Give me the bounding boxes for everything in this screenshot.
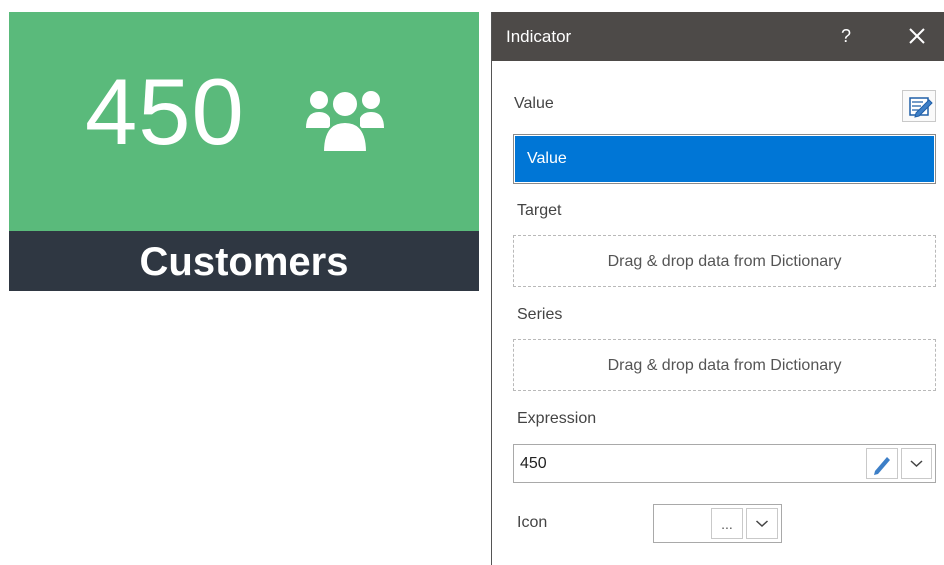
indicator-value: 450 [85,59,245,164]
value-field[interactable]: Value [513,134,936,184]
help-button[interactable]: ? [832,22,860,50]
indicator-title: Customers [139,240,349,284]
target-label: Target [517,202,562,219]
icon-label: Icon [517,514,548,531]
indicator-panel: Indicator ? Value Value Target Drag & dr… [491,12,944,565]
target-drop-zone[interactable]: Drag & drop data from Dictionary [513,235,936,287]
expression-label: Expression [517,410,597,427]
edit-data-icon [909,97,933,118]
value-edit-button[interactable] [902,90,936,122]
expression-field[interactable]: 450 [513,444,936,483]
pencil-icon [874,457,890,475]
icon-browse-button[interactable]: ... [711,508,743,539]
series-label: Series [517,306,563,323]
users-group-icon [305,82,385,154]
close-button[interactable] [902,21,932,51]
expression-dropdown-button[interactable] [901,448,932,479]
expression-value[interactable]: 450 [520,445,547,483]
value-item[interactable]: Value [515,136,934,182]
indicator-tile: 450 Customers [9,12,479,291]
indicator-tile-body: 450 [9,12,479,231]
chevron-down-icon [755,520,769,528]
close-icon [909,28,925,44]
icon-picker[interactable]: ... [653,504,782,543]
panel-header: Indicator ? [492,12,944,61]
expression-edit-button[interactable] [866,448,898,479]
value-label: Value [514,95,554,112]
series-drop-zone[interactable]: Drag & drop data from Dictionary [513,339,936,391]
chevron-down-icon [910,460,923,468]
indicator-title-bar: Customers [9,231,479,291]
icon-dropdown-button[interactable] [746,508,778,539]
panel-title: Indicator [506,27,572,46]
